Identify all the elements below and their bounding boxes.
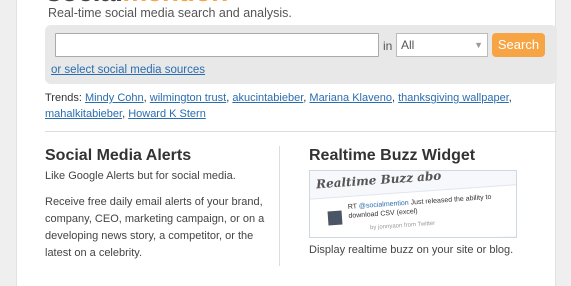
- select-sources-link[interactable]: or select social media sources: [51, 64, 205, 76]
- widget-title[interactable]: Realtime Buzz Widget: [309, 147, 475, 165]
- alerts-description: Receive free daily email alerts of your …: [45, 196, 265, 259]
- tagline: Real-time social media search and analys…: [48, 6, 292, 20]
- widget-caption: Display realtime buzz on your site or bl…: [309, 244, 514, 256]
- source-select-value: All: [401, 38, 415, 52]
- trend-link[interactable]: Howard K Stern: [128, 108, 206, 120]
- trends-list: Trends: Mindy Cohn, wilmington trust, ak…: [45, 92, 512, 120]
- trend-link[interactable]: akucintabieber: [232, 92, 303, 104]
- search-input[interactable]: [55, 33, 379, 57]
- search-button[interactable]: Search: [492, 33, 545, 57]
- column-divider: [279, 146, 280, 266]
- widget-preview-image[interactable]: Realtime Buzz abo RT @socialmention Just…: [309, 170, 517, 238]
- trend-link[interactable]: mahalkitabieber: [45, 108, 122, 120]
- in-label: in: [383, 39, 393, 53]
- main-card: socialmention Real-time social media sea…: [16, 0, 557, 286]
- alerts-title[interactable]: Social Media Alerts: [45, 147, 191, 165]
- trend-link[interactable]: Mariana Klaveno: [309, 92, 392, 104]
- trend-link[interactable]: Mindy Cohn: [85, 92, 144, 104]
- alerts-subtitle: Like Google Alerts but for social media.: [45, 170, 236, 182]
- site-logo[interactable]: socialmention: [46, 0, 286, 3]
- section-divider: [45, 131, 557, 132]
- search-panel: in All ▼ Search or select social media s…: [45, 25, 557, 84]
- trend-link[interactable]: wilmington trust: [150, 92, 226, 104]
- source-select[interactable]: All ▼: [396, 33, 488, 57]
- widget-preview-title: Realtime Buzz abo: [315, 170, 442, 192]
- chevron-down-icon: ▼: [474, 40, 483, 50]
- avatar: [327, 210, 343, 226]
- trends-label: Trends:: [45, 92, 82, 104]
- trend-link[interactable]: thanksgiving wallpaper: [398, 92, 509, 104]
